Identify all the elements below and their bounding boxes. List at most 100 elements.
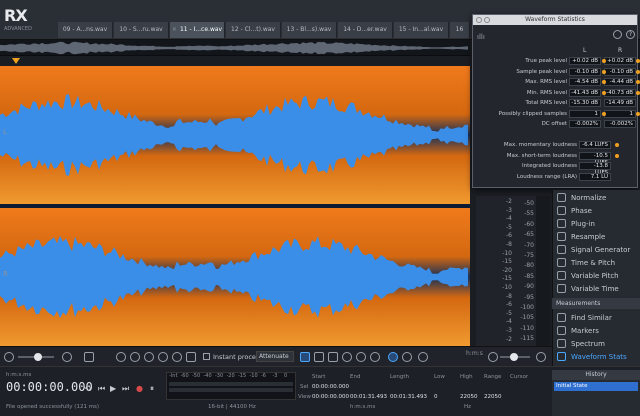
history-item[interactable]: Initial State [554, 382, 638, 391]
db-tick-label: -3 [506, 206, 512, 214]
spectrogram-display[interactable]: L R [0, 66, 470, 346]
stats-left-value: +0.02 dB [569, 57, 601, 65]
stats-right-value: -40.73 dB [604, 88, 636, 97]
db-tick-label: -2 [506, 198, 512, 205]
module-item[interactable]: Normalize [557, 192, 606, 205]
file-tab[interactable]: 09 - A...ns.wav [58, 22, 113, 38]
module-item[interactable]: Signal Generator [557, 244, 630, 257]
module-label: Phase [571, 207, 592, 215]
brush-tool-icon[interactable] [356, 352, 366, 362]
process-mode-select[interactable]: Attenuate [256, 351, 294, 362]
overview-waveform[interactable] [0, 40, 470, 56]
skip-forward-icon[interactable]: ⏭ [122, 384, 129, 394]
meter-tick-label: -60 [524, 220, 534, 228]
module-item[interactable]: Resample [557, 231, 605, 244]
channel-left[interactable]: L [0, 66, 470, 204]
module-label: Variable Pitch [571, 272, 619, 280]
gear-icon[interactable] [613, 30, 622, 39]
view-blend-slider-thumb[interactable] [34, 353, 42, 361]
channel-right[interactable]: R [0, 208, 470, 346]
module-item[interactable]: Variable Pitch [557, 270, 619, 283]
module-item[interactable]: Variable Time [557, 283, 619, 296]
measurement-item[interactable]: Markers [557, 325, 599, 338]
file-tab[interactable]: 15 - In...al.wav [394, 22, 449, 38]
range-field[interactable]: 22050 [484, 394, 502, 400]
playhead-marker[interactable] [12, 58, 20, 64]
loudness-row: Max. momentary loudness -6.4 LUFS [473, 141, 639, 150]
file-tab-label: 09 - A...ns.wav [62, 26, 108, 33]
length-header: Length [390, 374, 409, 380]
db-tick-label: -4 [506, 318, 512, 326]
instant-process-checkbox[interactable] [203, 353, 210, 360]
stats-row: Total RMS level -15.30 dB -14.49 dB [473, 99, 639, 108]
zoom-fit-icon[interactable] [158, 352, 168, 362]
help-icon[interactable]: ? [626, 30, 635, 39]
level-tick-label: -60 [180, 373, 189, 379]
file-tab[interactable]: × 11 - I...ce.wav [170, 22, 225, 38]
waveform-edit-icon[interactable] [418, 352, 428, 362]
frequency-select-tool-icon[interactable] [314, 352, 324, 362]
waveform-view-icon[interactable] [4, 352, 14, 362]
time-frequency-select-icon[interactable] [328, 352, 338, 362]
measurements-section-header[interactable]: Measurements [552, 298, 640, 309]
spectrum-icon [557, 339, 566, 348]
file-tab[interactable]: 12 - Cl...t).wav [226, 22, 281, 38]
meter-tick-label: -110 [520, 324, 534, 332]
db-tick-label: -2 [506, 335, 512, 343]
lasso-tool-icon[interactable] [342, 352, 352, 362]
magic-wand-icon[interactable] [370, 352, 380, 362]
status-message: File opened successfully (121 ms) [6, 404, 100, 410]
measurement-label: Markers [571, 327, 599, 335]
loudness-value: -10.5 LUFS [579, 151, 611, 166]
low-field[interactable]: 0 [434, 394, 438, 400]
view-end-field[interactable]: 00:01:31.493 [350, 394, 387, 400]
window-minimize-icon[interactable] [484, 17, 490, 23]
time-selection-icon[interactable] [186, 352, 196, 362]
file-tab[interactable]: 16 [450, 22, 470, 38]
stats-row-label: Max. RMS level [525, 79, 567, 85]
measurement-item[interactable]: Spectrum [557, 338, 605, 351]
overview-waveform-graphic [0, 40, 470, 55]
time-select-tool-icon[interactable] [300, 352, 310, 362]
file-tab[interactable]: 10 - S...ru.wav [114, 22, 169, 38]
low-header: Low [434, 374, 445, 380]
view-start-field[interactable]: 00:00:00.000 [312, 394, 349, 400]
zoom-in-icon[interactable] [116, 352, 126, 362]
pause-icon[interactable]: ⏸ [150, 384, 154, 394]
zoom-out-icon[interactable] [130, 352, 140, 362]
hand-tool-icon[interactable] [172, 352, 182, 362]
close-tab-icon[interactable]: × [172, 26, 177, 33]
horizontal-zoom-thumb[interactable] [510, 353, 518, 361]
file-tab-label: 16 [455, 26, 464, 33]
fit-icon[interactable] [84, 352, 94, 362]
stats-row-label: True peak level [525, 58, 567, 64]
measurement-item[interactable]: Waveform Stats [557, 351, 627, 364]
loop-icon[interactable]: ⟲ [84, 384, 91, 393]
level-tick-label: 0 [284, 373, 288, 379]
view-length-field[interactable]: 00:01:31.493 [390, 394, 427, 400]
zoom-selection-icon[interactable] [144, 352, 154, 362]
high-field[interactable]: 22050 [460, 394, 478, 400]
find-similar-tool-icon[interactable] [402, 352, 412, 362]
zoom-out-horizontal-icon[interactable] [488, 352, 498, 362]
sel-start-field[interactable]: 00:00:00.000 [312, 384, 349, 390]
frequency-scale: -50 -55 -60 -65 -70 -75 -80 -85 -90 -95 -100 -105 -1… [514, 196, 536, 346]
spectrogram-settings-icon[interactable] [62, 352, 72, 362]
level-tick-label: -30 [215, 373, 224, 379]
stats-row: True peak level +0.02 dB +0.02 dB [473, 57, 640, 66]
zoom-slider[interactable] [536, 196, 550, 346]
harmonic-select-icon[interactable] [388, 352, 398, 362]
play-icon[interactable]: ▶ [110, 384, 116, 393]
record-icon[interactable]: ● [136, 384, 143, 393]
zoom-in-horizontal-icon[interactable] [536, 352, 546, 362]
file-tab[interactable]: 14 - D...er.wav [338, 22, 393, 38]
window-close-icon[interactable] [476, 17, 482, 23]
spectrum-icon[interactable]: ıllı [477, 33, 485, 41]
module-item[interactable]: Time & Pitch [557, 257, 615, 270]
loudness-label: Max. momentary loudness [503, 142, 577, 148]
measurement-item[interactable]: Find Similar [557, 312, 612, 325]
module-item[interactable]: Plug-in [557, 218, 595, 231]
module-item[interactable]: Phase [557, 205, 592, 218]
file-tab[interactable]: 13 - Bl...s).wav [282, 22, 337, 38]
skip-back-icon[interactable]: ⏮ [98, 384, 105, 394]
